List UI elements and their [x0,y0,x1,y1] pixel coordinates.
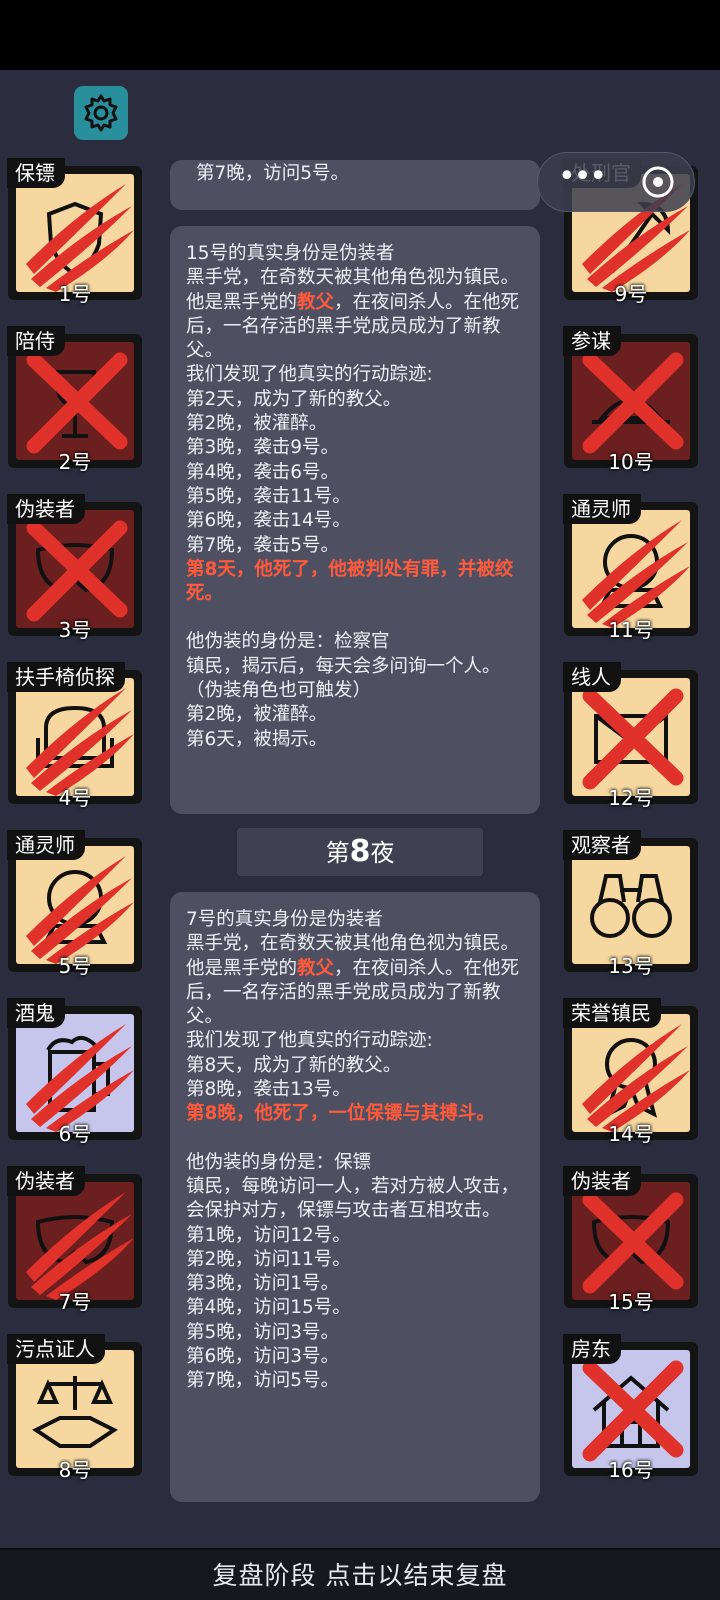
role-label: 陪侍 [7,326,65,356]
log-card-partial: 第7晚，访问5号。 [170,160,540,210]
log-card-player-15: 15号的真实身份是伪装者 黑手党，在奇数天被其他角色视为镇民。 他是黑手党的教父… [170,226,540,814]
x-mark-icon [26,520,128,622]
role-label: 房东 [563,1334,621,1364]
claw-mark-icon [26,856,134,964]
player-tile-4[interactable]: 扶手椅侦探 4号 [7,662,142,810]
scales-handshake-icon [16,1350,134,1468]
night-prefix: 第 [325,839,350,867]
player-number: 1号 [58,282,92,306]
settings-button[interactable] [74,86,128,140]
player-number: 13号 [608,954,654,978]
log-text: 第7晚，访问5号。 [196,163,350,184]
night-suffix: 夜 [370,839,395,867]
log-card-player-7: 7号的真实身份是伪装者 黑手党，在奇数天被其他角色视为镇民。 他是黑手党的教父，… [170,892,540,1502]
beer-mug-icon [16,1014,134,1132]
x-mark-icon [582,352,684,454]
player-number: 15号 [608,1290,654,1314]
highlight-text: 教父 [297,291,335,313]
player-tile-2[interactable]: 陪侍 2号 [7,326,142,474]
mask-icon [16,510,134,628]
player-number: 7号 [58,1290,92,1314]
claw-mark-icon [26,1192,134,1300]
player-tile-5[interactable]: 通灵师 5号 [7,830,142,978]
role-label: 线人 [563,662,621,692]
player-number: 5号 [58,954,92,978]
highlight-text: 教父 [297,957,335,979]
player-number: 6号 [58,1122,92,1146]
role-label: 伪装者 [7,1166,85,1196]
night-number: 8 [349,834,371,869]
player-tile-1[interactable]: 保镖 1号 [7,158,142,306]
player-number: 3号 [58,618,92,642]
hat-icon [572,342,690,460]
role-label: 通灵师 [563,494,641,524]
claw-mark-icon [26,688,134,796]
disguise-text: 他伪装的身份是：保镖 镇民，每晚访问一人，若对方被人攻击，会保护对方，保镖与攻击… [186,1151,520,1392]
player-number: 8号 [58,1458,92,1482]
claw-mark-icon [26,184,134,292]
close-target-icon[interactable] [641,165,675,199]
player-tile-8[interactable]: 污点证人 8号 [7,1334,142,1482]
claw-mark-icon [26,1024,134,1132]
role-label: 扶手椅侦探 [7,662,125,692]
player-tile-12[interactable]: 线人 12号 [563,662,698,810]
end-review-button[interactable]: 复盘阶段 点击以结束复盘 [0,1548,720,1600]
gear-icon [84,94,118,132]
x-mark-icon [582,688,684,790]
crystal-ball-icon [572,510,690,628]
player-tile-6[interactable]: 酒鬼 6号 [7,998,142,1146]
player-tile-10[interactable]: 参谋 10号 [563,326,698,474]
player-number: 9号 [614,282,648,306]
crystal-ball-icon [16,846,134,964]
wine-glass-icon [16,342,134,460]
role-label: 荣誉镇民 [563,998,661,1028]
claw-mark-icon [582,520,690,628]
role-label: 通灵师 [7,830,85,860]
player-tile-13[interactable]: 观察者 13号 [563,830,698,978]
shield-icon [16,174,134,292]
player-number: 4号 [58,786,92,810]
role-label: 参谋 [563,326,621,356]
player-number: 11号 [608,618,654,642]
miniprogram-capsule: ••• [537,152,695,212]
binoculars-icon [572,846,690,964]
house-icon [572,1350,690,1468]
player-number: 2号 [58,450,92,474]
player-number: 12号 [608,786,654,810]
mask-icon [572,1182,690,1300]
player-tile-11[interactable]: 通灵师 11号 [563,494,698,642]
player-tile-7[interactable]: 伪装者 7号 [7,1166,142,1314]
player-number: 14号 [608,1122,654,1146]
player-tile-15[interactable]: 伪装者 15号 [563,1166,698,1314]
x-mark-icon [582,1192,684,1294]
claw-mark-icon [582,1024,690,1132]
role-label: 伪装者 [563,1166,641,1196]
role-label: 污点证人 [7,1334,105,1364]
role-label: 伪装者 [7,494,85,524]
log-text: ，在夜间杀人。在他死后，一名存活的黑手党成员成为了新教父。 我们发现了他真实的行… [186,291,520,556]
x-mark-icon [582,1360,684,1462]
player-tile-3[interactable]: 伪装者 3号 [7,494,142,642]
role-label: 观察者 [563,830,641,860]
medal-icon [572,1014,690,1132]
armchair-icon [16,678,134,796]
envelope-icon [572,678,690,796]
player-number: 16号 [608,1458,654,1482]
role-label: 保镖 [7,158,65,188]
status-bar [0,0,720,70]
death-text: 第8天，他死了，他被判处有罪，并被绞死。 [186,558,514,605]
mask-icon [16,1182,134,1300]
death-text: 第8晚，他死了，一位保镖与其搏斗。 [186,1103,495,1125]
night-banner: 第8夜 [237,828,483,876]
player-tile-16[interactable]: 房东 16号 [563,1334,698,1482]
player-number: 10号 [608,450,654,474]
x-mark-icon [26,352,128,454]
player-tile-14[interactable]: 荣誉镇民 14号 [563,998,698,1146]
role-label: 酒鬼 [7,998,65,1028]
more-icon[interactable]: ••• [558,162,607,192]
disguise-text: 他伪装的身份是：检察官 镇民，揭示后，每天会多问询一个人。（伪装角色也可触发） … [186,631,501,750]
